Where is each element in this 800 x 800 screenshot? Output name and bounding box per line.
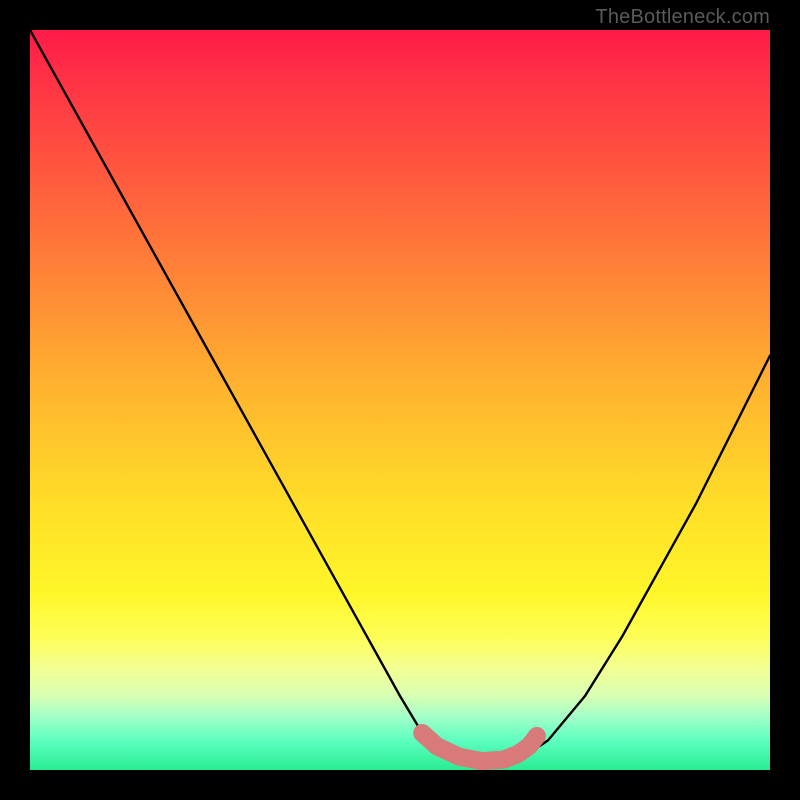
optimal-band [422, 733, 537, 761]
bottleneck-curve [30, 30, 770, 763]
attribution-text: TheBottleneck.com [595, 6, 770, 29]
plot-area [30, 30, 770, 770]
curve-layer [30, 30, 770, 770]
chart-frame: TheBottleneck.com [0, 0, 800, 800]
